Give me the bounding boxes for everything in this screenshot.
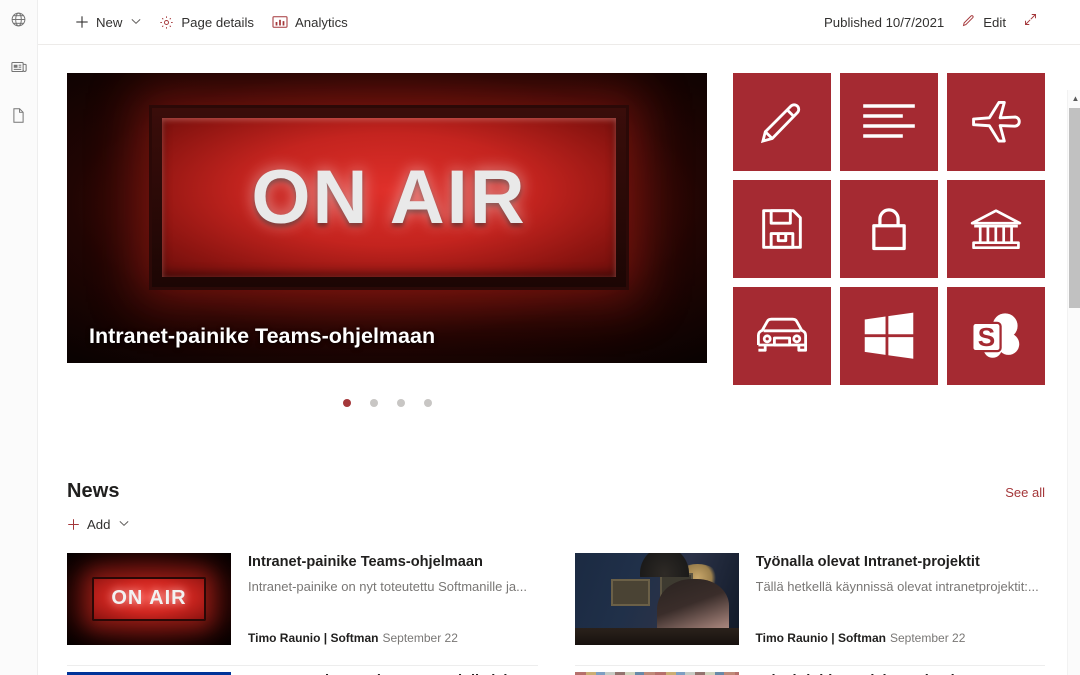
sidebar-item-page[interactable] (0, 96, 38, 134)
news-card-description: Tällä hetkellä käynnissä olevat intranet… (755, 578, 1039, 594)
news-card-description: Intranet-painike on nyt toteutettu Softm… (248, 578, 527, 594)
left-rail (0, 0, 38, 675)
page-scroll-area: ON AIR Intranet-painike Teams-ohjelmaan (38, 45, 1080, 675)
page-details-button[interactable]: Page details (150, 5, 263, 39)
news-card-date: September 22 (382, 631, 458, 645)
text-lines-icon (863, 101, 915, 143)
chevron-down-icon (131, 17, 141, 27)
new-button[interactable]: New (66, 5, 150, 39)
carousel-dot-4[interactable] (423, 399, 432, 407)
news-card-title: Työnalla olevat Intranet-projektit (755, 554, 980, 570)
edit-button[interactable]: Edit (952, 5, 1015, 39)
svg-text:S: S (978, 322, 995, 352)
expand-arrows-icon (1023, 12, 1038, 32)
tile-save[interactable] (733, 180, 831, 278)
wall-frame-1 (610, 578, 650, 607)
carousel-dots (67, 399, 707, 407)
chevron-down-icon (119, 519, 129, 529)
quick-links-tiles: S (733, 73, 1045, 385)
carousel-dot-2[interactable] (369, 399, 378, 407)
sharepoint-page: New Page details Analytics Published 10/… (0, 0, 1080, 675)
carousel-dot-3[interactable] (396, 399, 405, 407)
sharepoint-logo-icon: S (969, 310, 1023, 362)
expand-button[interactable] (1015, 5, 1045, 39)
onair-sign-frame: ON AIR (149, 105, 629, 290)
news-card-author: Timo Raunio | Softman (755, 631, 886, 645)
hero-row: ON AIR Intranet-painike Teams-ohjelmaan (38, 45, 1080, 385)
news-title: News (67, 480, 120, 502)
see-all-link[interactable]: See all (1005, 485, 1045, 503)
analytics-label: Analytics (294, 14, 348, 30)
desk-surface (574, 628, 739, 645)
onair-thumbnail-art: ON AIR (67, 553, 231, 645)
add-label: Add (87, 516, 111, 532)
news-card[interactable]: ★ ★ ★★ ★ Euroopan tietosuojaneuvosto jul… (67, 666, 538, 675)
scroll-up-arrow-icon[interactable]: ▲ (1068, 90, 1080, 106)
plus-icon (67, 518, 80, 531)
news-header: News See all (67, 480, 1045, 503)
news-card[interactable]: ON AIR Intranet-painike Teams-ohjelmaan … (67, 547, 538, 666)
desk-lamp (640, 553, 690, 577)
scrollbar-track[interactable] (1068, 106, 1080, 675)
gear-icon (159, 15, 174, 30)
airplane-icon (969, 96, 1023, 148)
news-card-title: Intranet-painike Teams-ohjelmaan (248, 554, 483, 570)
tile-lock[interactable] (840, 180, 938, 278)
lock-icon (865, 203, 913, 255)
news-grid: ON AIR Intranet-painike Teams-ohjelmaan … (67, 547, 1045, 675)
news-thumbnail (574, 553, 739, 645)
news-thumbnail: ON AIR (67, 553, 231, 645)
analytics-chart-icon (272, 15, 288, 29)
pencil-edit-icon (961, 13, 976, 31)
tile-sharepoint[interactable]: S (947, 287, 1045, 385)
command-bar: New Page details Analytics Published 10/… (38, 0, 1080, 45)
page-content: ON AIR Intranet-painike Teams-ohjelmaan (38, 45, 1080, 675)
new-button-label: New (96, 14, 123, 30)
pencil-icon (756, 96, 808, 148)
news-section: News See all Add ON AIR Intranet-painike… (38, 407, 1080, 675)
news-card-meta: Timo Raunio | Softman September 22 (248, 631, 538, 645)
command-bar-right: Published 10/7/2021 Edit (824, 5, 1073, 39)
windows-logo-icon (863, 311, 915, 361)
desk-photo-art (574, 553, 739, 645)
vertical-scrollbar[interactable]: ▲ (1067, 90, 1080, 675)
bank-icon (969, 205, 1023, 253)
tile-car[interactable] (733, 287, 831, 385)
tile-bank[interactable] (947, 180, 1045, 278)
plus-icon (75, 15, 89, 29)
rail-spacer-1 (0, 38, 38, 48)
car-icon (754, 314, 810, 358)
rail-spacer-2 (0, 86, 38, 96)
hero-caption: Intranet-painike Teams-ohjelmaan (89, 324, 436, 348)
news-card-meta: Timo Raunio | Softman September 22 (756, 631, 1046, 645)
sidebar-item-news[interactable] (0, 48, 38, 86)
main-column: New Page details Analytics Published 10/… (38, 0, 1080, 675)
news-card[interactable]: Työnalla olevat Intranet-projektit Tällä… (574, 547, 1046, 666)
command-bar-left: New Page details Analytics (66, 5, 357, 39)
carousel-dot-1[interactable] (342, 399, 351, 407)
onair-thumb-text: ON AIR (91, 576, 207, 622)
published-status: Published 10/7/2021 (824, 14, 945, 30)
floppy-save-icon (757, 204, 807, 254)
onair-sign-inner: ON AIR (162, 118, 616, 277)
sidebar-item-globe[interactable] (0, 0, 38, 38)
news-card-date: September 22 (889, 631, 966, 645)
tile-pencil[interactable] (733, 73, 831, 171)
tile-airplane[interactable] (947, 73, 1045, 171)
onair-sign-text: ON AIR (251, 154, 527, 240)
tile-windows[interactable] (840, 287, 938, 385)
edit-label: Edit (983, 14, 1006, 30)
scrollbar-thumb[interactable] (1069, 108, 1080, 308)
hero-carousel[interactable]: ON AIR Intranet-painike Teams-ohjelmaan (67, 73, 707, 363)
add-news-button[interactable]: Add (67, 512, 1045, 536)
news-card-author: Timo Raunio | Softman (248, 631, 379, 645)
tile-text-lines[interactable] (840, 73, 938, 171)
news-card-body: Intranet-painike Teams-ohjelmaan Intrane… (248, 553, 538, 645)
page-details-label: Page details (181, 14, 254, 30)
analytics-button[interactable]: Analytics (263, 5, 357, 39)
news-card[interactable]: Taloyhtiöiden päivityspaketti (574, 666, 1046, 675)
news-card-body: Työnalla olevat Intranet-projektit Tällä… (756, 553, 1046, 645)
